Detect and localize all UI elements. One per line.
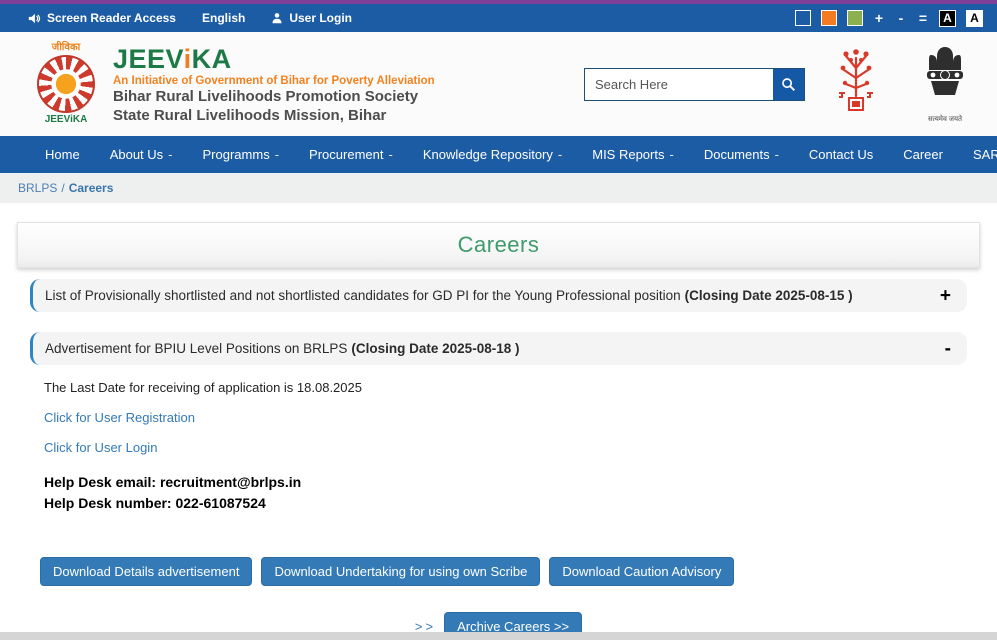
- download-details-advertisement-button[interactable]: Download Details advertisement: [40, 557, 252, 586]
- page-title-panel: Careers: [17, 222, 980, 268]
- user-login-link[interactable]: User Login: [271, 11, 352, 25]
- high-contrast-button[interactable]: A: [939, 10, 956, 27]
- download-undertaking-scribe-button[interactable]: Download Undertaking for using own Scrib…: [261, 557, 540, 586]
- nav-item-mis-reports[interactable]: MIS Reports-: [577, 136, 689, 173]
- site-header: जीविका JEEViKA JEEViKA An Initiative of …: [0, 32, 997, 136]
- dropdown-caret-icon: -: [388, 147, 392, 162]
- breadcrumb-root-link[interactable]: BRLPS: [18, 181, 57, 195]
- brand-tagline: An Initiative of Government of Bihar for…: [113, 75, 435, 87]
- accordion-closing-date: (Closing Date 2025-08-18 ): [351, 341, 519, 356]
- jeevika-logo-emblem: [37, 55, 95, 113]
- dropdown-caret-icon: -: [669, 147, 673, 162]
- nav-item-programms[interactable]: Programms-: [188, 136, 295, 173]
- nav-item-home[interactable]: Home: [30, 136, 95, 173]
- theme-default-button[interactable]: [795, 10, 811, 26]
- screen-reader-access-link[interactable]: Screen Reader Access: [28, 11, 176, 25]
- help-desk-email: Help Desk email: recruitment@brlps.in: [44, 472, 997, 493]
- screen-reader-label: Screen Reader Access: [47, 11, 176, 25]
- footer-strip: [0, 632, 997, 640]
- font-reset-button[interactable]: =: [917, 10, 929, 26]
- accordion-title: Advertisement for BPIU Level Positions o…: [45, 341, 519, 356]
- user-login-link[interactable]: Click for User Login: [44, 440, 157, 455]
- main-nav: Home About Us- Programms- Procurement- K…: [0, 136, 997, 173]
- brand-block: JEEViKA An Initiative of Government of B…: [113, 44, 435, 125]
- accordion-title-text: List of Provisionally shortlisted and no…: [45, 288, 681, 303]
- nav-label: Procurement: [309, 147, 383, 162]
- user-registration-link[interactable]: Click for User Registration: [44, 410, 195, 425]
- brand-part3: KA: [192, 44, 232, 74]
- topbar-left: Screen Reader Access English User Login: [28, 11, 352, 25]
- nav-label: Programms: [203, 147, 270, 162]
- topbar: Screen Reader Access English User Login …: [0, 4, 997, 32]
- download-caution-advisory-button[interactable]: Download Caution Advisory: [549, 557, 734, 586]
- dropdown-caret-icon: -: [168, 147, 172, 162]
- org-name-line2: State Rural Livelihoods Mission, Bihar: [113, 106, 435, 125]
- jeevika-logo[interactable]: जीविका JEEViKA: [33, 42, 99, 126]
- nav-label: SARAS MELA BIHAR: [973, 147, 997, 162]
- page-title: Careers: [458, 232, 540, 258]
- nav-item-about-us[interactable]: About Us-: [95, 136, 188, 173]
- accordion-title-text: Advertisement for BPIU Level Positions o…: [45, 341, 347, 356]
- theme-green-button[interactable]: [847, 10, 863, 26]
- accordion-expanded-content: The Last Date for receiving of applicati…: [44, 380, 997, 514]
- normal-contrast-button[interactable]: A: [966, 10, 983, 27]
- user-icon: [271, 12, 283, 24]
- search-icon: [781, 77, 796, 92]
- nav-label: Home: [45, 147, 80, 162]
- accordion-title: List of Provisionally shortlisted and no…: [45, 288, 853, 303]
- nav-label: Documents: [704, 147, 770, 162]
- nav-label: Contact Us: [809, 147, 873, 162]
- nav-item-procurement[interactable]: Procurement-: [294, 136, 408, 173]
- dropdown-caret-icon: -: [775, 147, 779, 162]
- nav-item-contact-us[interactable]: Contact Us: [794, 136, 888, 173]
- theme-orange-button[interactable]: [821, 10, 837, 26]
- search-input[interactable]: [585, 69, 773, 100]
- download-buttons-row: Download Details advertisement Download …: [40, 557, 997, 586]
- nav-item-knowledge-repository[interactable]: Knowledge Repository-: [408, 136, 577, 173]
- language-label: English: [202, 11, 245, 25]
- dropdown-caret-icon: -: [275, 147, 279, 162]
- nav-label: Knowledge Repository: [423, 147, 553, 162]
- jeevika-logo-hindi-text: जीविका: [33, 42, 99, 54]
- collapse-icon[interactable]: -: [945, 339, 951, 358]
- nav-item-documents[interactable]: Documents-: [689, 136, 794, 173]
- brand-part1: JEEV: [113, 44, 184, 74]
- nav-label: About Us: [110, 147, 163, 162]
- dropdown-caret-icon: -: [558, 147, 562, 162]
- brand-part2: i: [184, 44, 192, 74]
- user-login-label: User Login: [289, 11, 352, 25]
- breadcrumb: BRLPS / Careers: [0, 173, 997, 203]
- accordion-closing-date: (Closing Date 2025-08-15 ): [685, 288, 853, 303]
- help-desk-number: Help Desk number: 022-61087524: [44, 493, 997, 514]
- breadcrumb-current: Careers: [69, 181, 114, 195]
- page: Screen Reader Access English User Login …: [0, 0, 997, 640]
- nav-label: Career: [903, 147, 943, 162]
- search-button[interactable]: [773, 69, 804, 100]
- accordion-bpiu-positions[interactable]: Advertisement for BPIU Level Positions o…: [30, 332, 967, 365]
- help-desk-block: Help Desk email: recruitment@brlps.in He…: [44, 472, 997, 514]
- breadcrumb-separator: /: [61, 181, 64, 195]
- emblem-caption: सत्यमेव जयते: [923, 116, 967, 124]
- main-content: Careers List of Provisionally shortliste…: [0, 203, 997, 640]
- jeevika-logo-en-text: JEEViKA: [33, 114, 99, 126]
- nav-label: MIS Reports: [592, 147, 664, 162]
- search-bar: [584, 68, 805, 101]
- accordion-young-professional[interactable]: List of Provisionally shortlisted and no…: [30, 279, 967, 312]
- expand-icon[interactable]: +: [940, 286, 951, 305]
- brand-title: JEEViKA: [113, 44, 435, 74]
- org-name-line1: Bihar Rural Livelihoods Promotion Societ…: [113, 87, 435, 106]
- nav-item-career[interactable]: Career: [888, 136, 958, 173]
- topbar-right: + - = A A: [795, 10, 983, 27]
- national-emblem: सत्यमेव जयते: [923, 45, 967, 124]
- font-increase-button[interactable]: +: [873, 10, 885, 26]
- language-link[interactable]: English: [202, 11, 245, 25]
- speaker-icon: [28, 12, 41, 25]
- bihar-government-logo: [837, 44, 875, 125]
- last-date-text: The Last Date for receiving of applicati…: [44, 380, 997, 395]
- nav-item-saras-mela-bihar[interactable]: SARAS MELA BIHAR-: [958, 136, 997, 173]
- font-decrease-button[interactable]: -: [895, 10, 907, 26]
